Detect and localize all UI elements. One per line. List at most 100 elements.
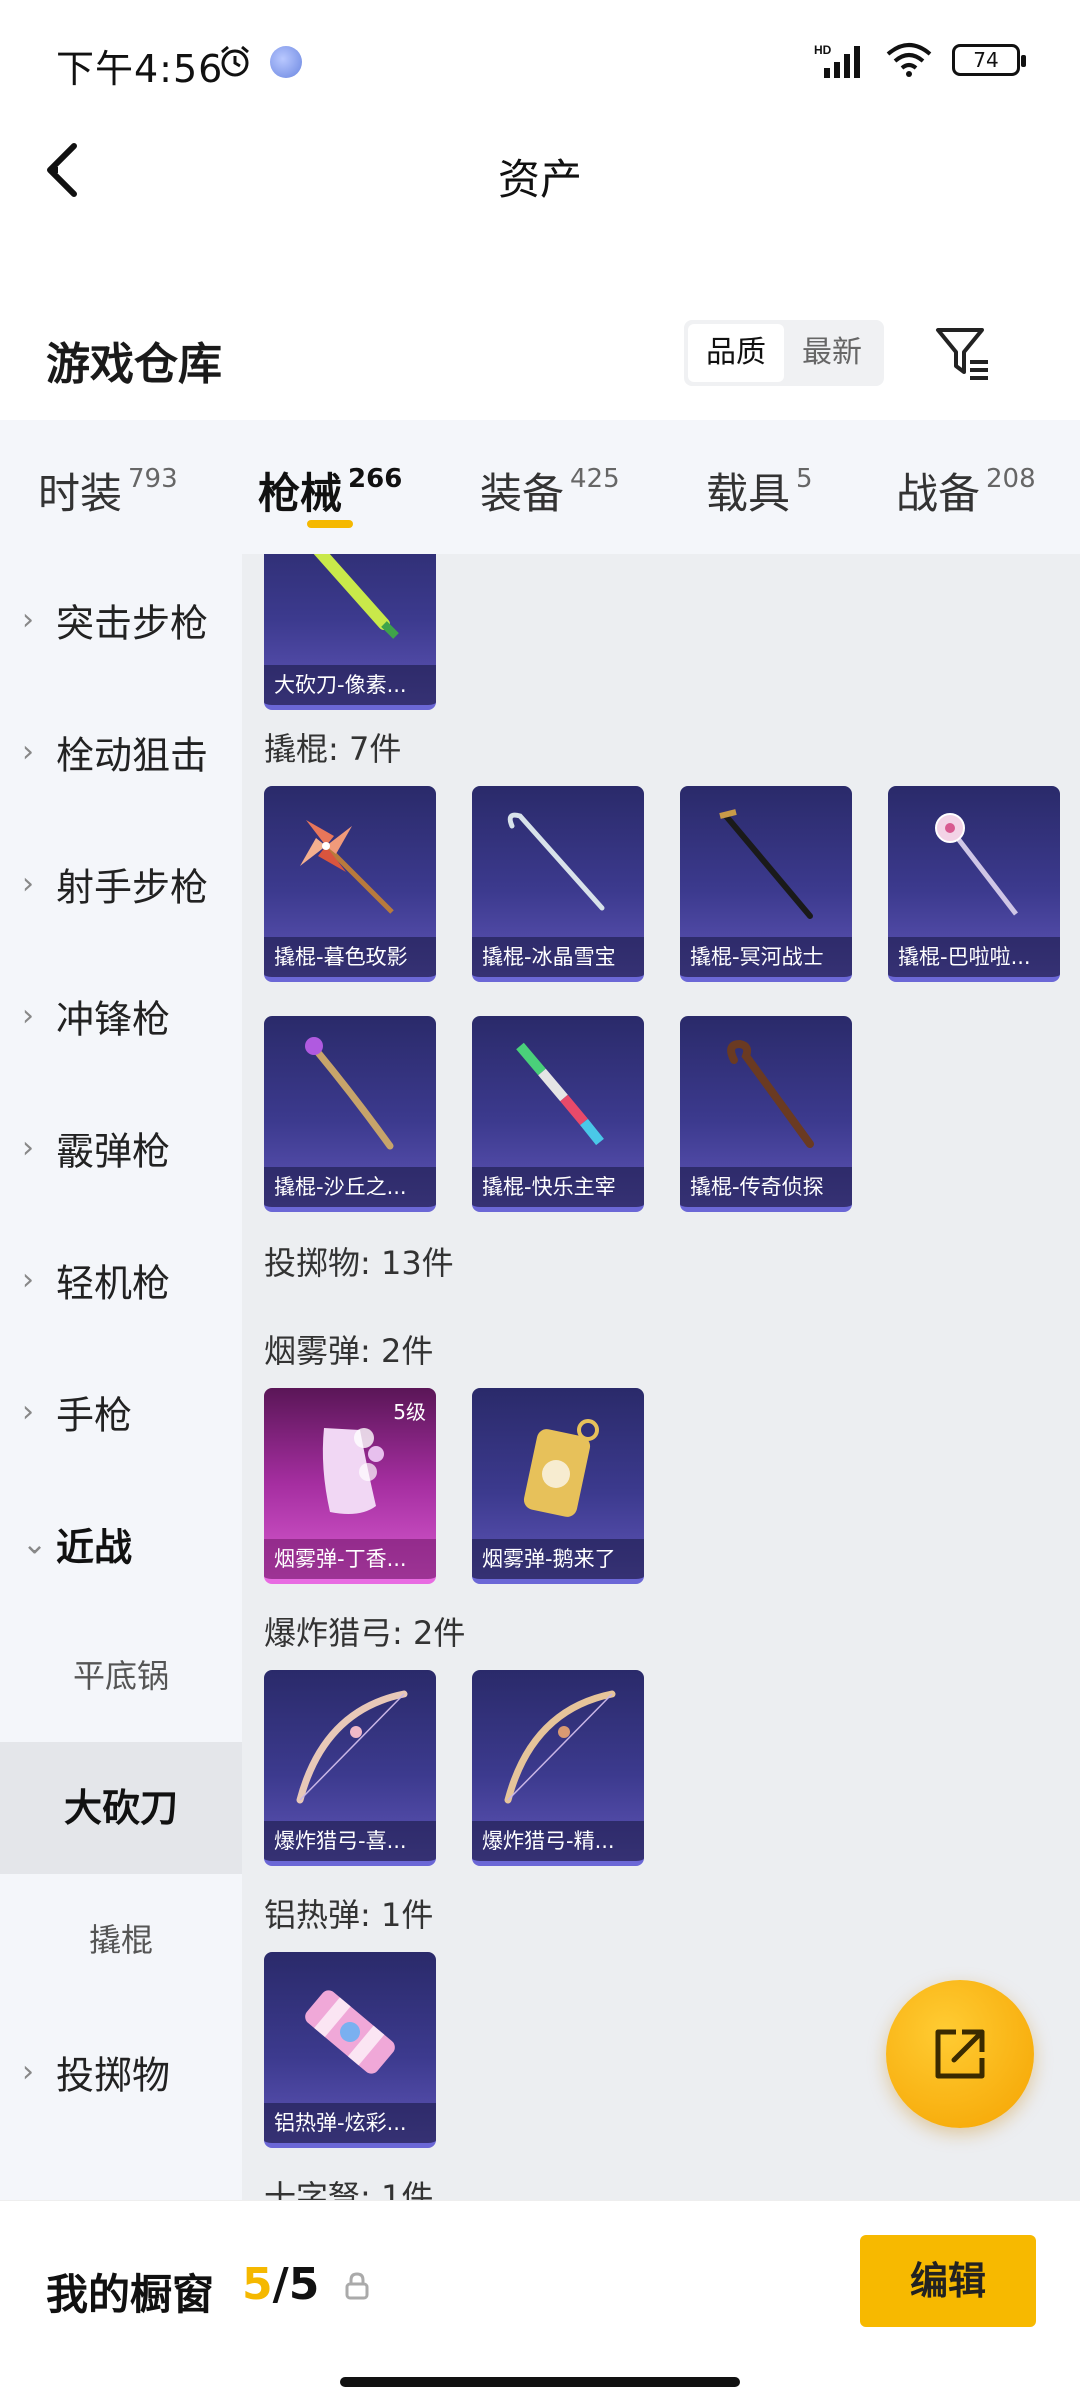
sidebar-item-melee[interactable]: ⌄ 近战: [0, 1478, 242, 1610]
tab-label: 时装: [38, 469, 123, 518]
tab-tactical[interactable]: 战备 208: [896, 460, 1036, 521]
sidebar-subitem-crowbar[interactable]: 撬棍: [0, 1874, 242, 2006]
item-name: 爆炸猎弓-喜...: [264, 1821, 436, 1861]
alarm-icon: [221, 45, 249, 77]
sort-quality-option[interactable]: 品质: [688, 324, 784, 382]
edit-button[interactable]: 编辑: [860, 2235, 1036, 2327]
sidebar-item-label: 近战: [56, 1525, 133, 1570]
item-card-crowbar[interactable]: 撬棍-传奇侦探: [680, 1016, 852, 1212]
section-title-smoke: 烟雾弹: 2件: [264, 1332, 434, 1370]
item-name: 撬棍-冥河战士: [680, 937, 852, 977]
section-title-explosive-bow: 爆炸猎弓: 2件: [264, 1614, 466, 1652]
weapon-category-sidebar: › 突击步枪 › 栓动狙击 › 射手步枪 › 冲锋枪 › 霰弹枪 › 轻机枪 ›…: [0, 554, 242, 2200]
status-bar: 下午4:56 HD 74: [0, 0, 1080, 120]
tab-count: 5: [796, 464, 813, 494]
status-time: 下午4:56: [56, 47, 224, 91]
item-card-explosive-bow[interactable]: 爆炸猎弓-喜...: [264, 1670, 436, 1866]
tab-firearms[interactable]: 枪械 266: [258, 460, 402, 521]
status-indicators: HD 74: [814, 40, 1026, 80]
sidebar-item-label: 手枪: [56, 1393, 133, 1438]
tab-label: 装备: [480, 469, 565, 518]
tab-equipment[interactable]: 装备 425: [480, 460, 620, 521]
tab-label: 战备: [896, 469, 981, 518]
active-tab-indicator: [307, 520, 353, 528]
category-tabs: 时装 793 枪械 266 装备 425 载具 5 战备 208: [0, 420, 1080, 554]
sidebar-item-pistol[interactable]: › 手枪: [0, 1346, 242, 1478]
app-notification-icon: [270, 46, 302, 78]
pinwheel-crowbar-art: [300, 820, 394, 914]
item-card-crowbar[interactable]: 撬棍-巴啦啦...: [888, 786, 1060, 982]
item-card-thermite[interactable]: 铝热弹-炫彩...: [264, 1952, 436, 2148]
rainbow-crowbar-art: [516, 1042, 604, 1146]
item-card-crowbar[interactable]: 撬棍-快乐主宰: [472, 1016, 644, 1212]
item-card-crowbar[interactable]: 撬棍-沙丘之...: [264, 1016, 436, 1212]
item-card-crowbar[interactable]: 撬棍-暮色玫影: [264, 786, 436, 982]
item-card-crowbar[interactable]: 撬棍-冰晶雪宝: [472, 786, 644, 982]
showcase-label: 我的橱窗: [46, 2270, 215, 2319]
battery-indicator: 74: [952, 44, 1026, 76]
chevron-right-icon: ›: [22, 602, 34, 638]
item-card-machete[interactable]: 大砍刀-像素...: [264, 554, 436, 710]
styx-crowbar-art: [719, 809, 813, 919]
sidebar-subitem-frying-pan[interactable]: 平底锅: [0, 1610, 242, 1742]
item-grid: 大砍刀-像素... 撬棍: 7件 撬棍-暮色玫影 撬棍-冰晶雪宝 撬棍-冥河战士: [242, 554, 1080, 2200]
sidebar-item-label: 投掷物: [56, 2053, 171, 2098]
chevron-right-icon: ›: [22, 734, 34, 770]
section-title-thermite: 铝热弹: 1件: [264, 1896, 434, 1934]
item-card-smoke-grenade[interactable]: 5级 烟雾弹-丁香...: [264, 1388, 436, 1584]
sidebar-item-label: 冲锋枪: [56, 997, 171, 1042]
chevron-right-icon: ›: [22, 998, 34, 1034]
chevron-right-icon: ›: [22, 2054, 34, 2090]
section-title-crowbar: 撬棍: 7件: [264, 730, 402, 768]
sidebar-item-label: 栓动狙击: [56, 733, 209, 778]
sidebar-item-throwables[interactable]: › 投掷物: [0, 2006, 242, 2138]
tab-count: 425: [570, 464, 620, 494]
sidebar-item-shotgun[interactable]: › 霰弹枪: [0, 1082, 242, 1214]
sort-toggle: 品质 最新: [684, 320, 884, 386]
chevron-right-icon: ›: [22, 1262, 34, 1298]
item-card-smoke-grenade[interactable]: 烟雾弹-鹅来了: [472, 1388, 644, 1584]
item-name: 撬棍-传奇侦探: [680, 1167, 852, 1207]
goose-smoke-art: [523, 1419, 599, 1517]
showcase-total: /5: [272, 2259, 320, 2310]
sidebar-item-label: 霰弹枪: [56, 1129, 171, 1174]
item-name: 撬棍-暮色玫影: [264, 937, 436, 977]
item-name: 铝热弹-炫彩...: [264, 2103, 436, 2143]
tab-count: 266: [348, 464, 403, 494]
sort-newest-option[interactable]: 最新: [784, 324, 880, 382]
sidebar-item-lmg[interactable]: › 轻机枪: [0, 1214, 242, 1346]
tab-label: 载具: [706, 469, 791, 518]
sidebar-item-label: 轻机枪: [56, 1261, 171, 1306]
chevron-right-icon: ›: [22, 1130, 34, 1166]
sidebar-item-marksman-rifle[interactable]: › 射手步枪: [0, 818, 242, 950]
tab-vehicles[interactable]: 载具 5: [706, 460, 813, 521]
item-name: 撬棍-冰晶雪宝: [472, 937, 644, 977]
chevron-right-icon: ›: [22, 1394, 34, 1430]
share-button[interactable]: [886, 1980, 1034, 2128]
filter-icon[interactable]: [930, 320, 996, 386]
item-card-explosive-bow[interactable]: 爆炸猎弓-精...: [472, 1670, 644, 1866]
item-name: 烟雾弹-鹅来了: [472, 1539, 644, 1579]
thermite-art: [305, 1990, 395, 2074]
item-name: 撬棍-快乐主宰: [472, 1167, 644, 1207]
chevron-right-icon: ›: [22, 866, 34, 902]
sidebar-subitem-machete[interactable]: 大砍刀: [0, 1742, 242, 1874]
ice-crowbar-art: [507, 812, 605, 911]
tab-label: 枪械: [258, 469, 343, 518]
tab-fashion[interactable]: 时装 793: [38, 460, 178, 521]
showcase-bar: 我的橱窗 5/5 编辑: [0, 2200, 1080, 2400]
share-icon: [935, 2029, 985, 2079]
page-title: 资产: [497, 155, 582, 204]
showcase-count: 5/5: [242, 2259, 319, 2310]
level-badge: 5级: [393, 1400, 426, 1424]
bow-art: [504, 1690, 616, 1804]
sidebar-item-bolt-sniper[interactable]: › 栓动狙击: [0, 686, 242, 818]
item-card-crowbar[interactable]: 撬棍-冥河战士: [680, 786, 852, 982]
bow-art: [296, 1690, 408, 1804]
sidebar-item-smg[interactable]: › 冲锋枪: [0, 950, 242, 1082]
lock-icon: [345, 2272, 369, 2300]
svg-text:HD: HD: [814, 43, 832, 57]
machete-art: [313, 554, 399, 639]
home-indicator[interactable]: [340, 2377, 740, 2387]
sidebar-item-assault-rifle[interactable]: › 突击步枪: [0, 554, 242, 686]
